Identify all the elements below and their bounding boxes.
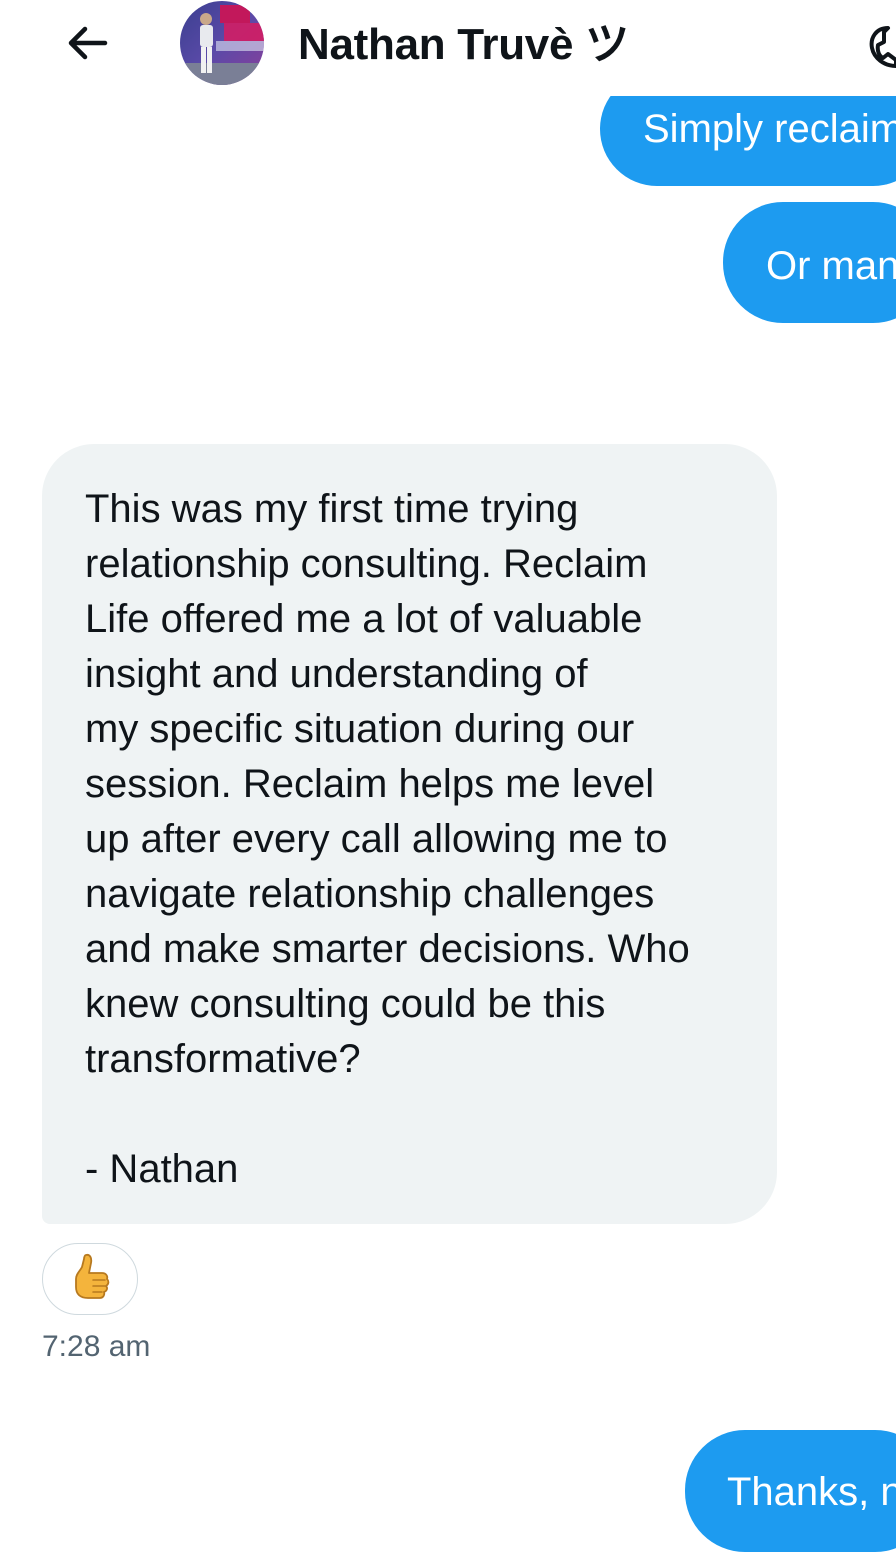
message-line: Life offered me a lot of valuable [85,597,643,641]
message-line: navigate relationship challenges [85,872,655,916]
message-line: This was my first time trying [85,487,579,531]
message-line: relationship consulting. Reclaim [85,542,648,586]
thumbs-up-icon [75,1253,110,1299]
contact-name[interactable]: Nathan Truvè ツ [298,18,629,72]
message-line: knew consulting could be this [85,982,606,1026]
message-line: - Nathan [85,1147,239,1191]
message-line: up after every call allowing me to [85,817,668,861]
message-line: and make smarter decisions. Who [85,927,690,971]
message-text: Or man [766,244,896,288]
phone-icon [869,26,896,68]
reaction-thumbs-up[interactable] [42,1243,138,1315]
back-button[interactable] [56,18,116,68]
message-text: Thanks, n [727,1470,896,1514]
message-line: my specific situation during our [85,707,635,751]
message-line [85,1087,757,1142]
outgoing-message[interactable]: Or man [723,202,896,323]
outgoing-message[interactable]: Thanks, n [685,1430,896,1552]
message-line: transformative? [85,1037,361,1081]
message-line: session. Reclaim helps me level [85,762,655,806]
profile-photo [180,1,264,85]
call-button[interactable] [858,14,896,74]
conversation-header: Nathan Truvè ツ [0,0,896,96]
arrow-left-icon [68,26,108,60]
message-text: Simply reclaim [643,107,896,151]
avatar[interactable] [180,1,264,85]
message-timestamp: 7:28 am [42,1330,151,1363]
message-line: insight and understanding of [85,652,588,696]
incoming-message[interactable]: This was my first time trying relationsh… [42,444,777,1224]
